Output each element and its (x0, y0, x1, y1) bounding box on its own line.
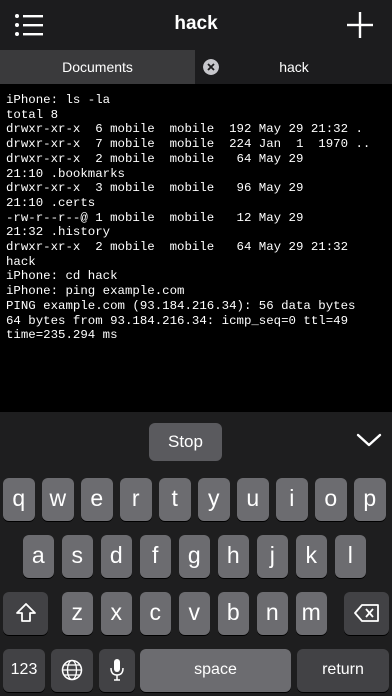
key-y[interactable]: y (198, 478, 230, 521)
numbers-key[interactable]: 123 (3, 649, 45, 692)
delete-icon (353, 604, 379, 622)
shift-icon (15, 603, 36, 622)
terminal-text: iPhone: ls -la total 8 drwxr-xr-x 6 mobi… (6, 93, 371, 343)
key-u[interactable]: u (237, 478, 269, 521)
key-q[interactable]: q (3, 478, 35, 521)
microphone-key[interactable] (99, 649, 135, 692)
stop-button[interactable]: Stop (149, 423, 222, 461)
tab-documents[interactable]: Documents (0, 50, 195, 84)
key-p[interactable]: p (354, 478, 386, 521)
return-key[interactable]: return (297, 649, 389, 692)
nav-bar: hack (0, 0, 392, 50)
key-w[interactable]: w (42, 478, 74, 521)
key-x[interactable]: x (100, 592, 132, 635)
key-j[interactable]: j (256, 535, 288, 578)
key-f[interactable]: f (139, 535, 171, 578)
key-t[interactable]: t (159, 478, 191, 521)
keyboard: Stop qwertyuiop asdfghjkl zxcvbnm 123 sp… (0, 412, 392, 696)
tab-hack[interactable]: hack (196, 50, 392, 84)
chevron-down-icon[interactable] (356, 432, 382, 448)
microphone-icon (110, 659, 124, 681)
close-icon[interactable] (203, 59, 219, 75)
key-o[interactable]: o (315, 478, 347, 521)
globe-key[interactable] (51, 649, 93, 692)
key-g[interactable]: g (178, 535, 210, 578)
terminal-output[interactable]: iPhone: ls -la total 8 drwxr-xr-x 6 mobi… (0, 84, 392, 412)
key-s[interactable]: s (61, 535, 93, 578)
key-a[interactable]: a (22, 535, 54, 578)
plus-icon[interactable] (346, 11, 374, 39)
key-k[interactable]: k (295, 535, 327, 578)
key-e[interactable]: e (81, 478, 113, 521)
delete-key[interactable] (344, 592, 389, 635)
key-m[interactable]: m (295, 592, 327, 635)
tab-bar: Documents hack (0, 50, 392, 84)
globe-icon (61, 659, 83, 681)
key-n[interactable]: n (256, 592, 288, 635)
key-c[interactable]: c (139, 592, 171, 635)
key-z[interactable]: z (61, 592, 93, 635)
key-b[interactable]: b (217, 592, 249, 635)
key-l[interactable]: l (334, 535, 366, 578)
key-d[interactable]: d (100, 535, 132, 578)
key-i[interactable]: i (276, 478, 308, 521)
key-v[interactable]: v (178, 592, 210, 635)
key-h[interactable]: h (217, 535, 249, 578)
shift-key[interactable] (3, 592, 48, 635)
key-r[interactable]: r (120, 478, 152, 521)
space-key[interactable]: space (140, 649, 291, 692)
page-title: hack (174, 13, 218, 34)
